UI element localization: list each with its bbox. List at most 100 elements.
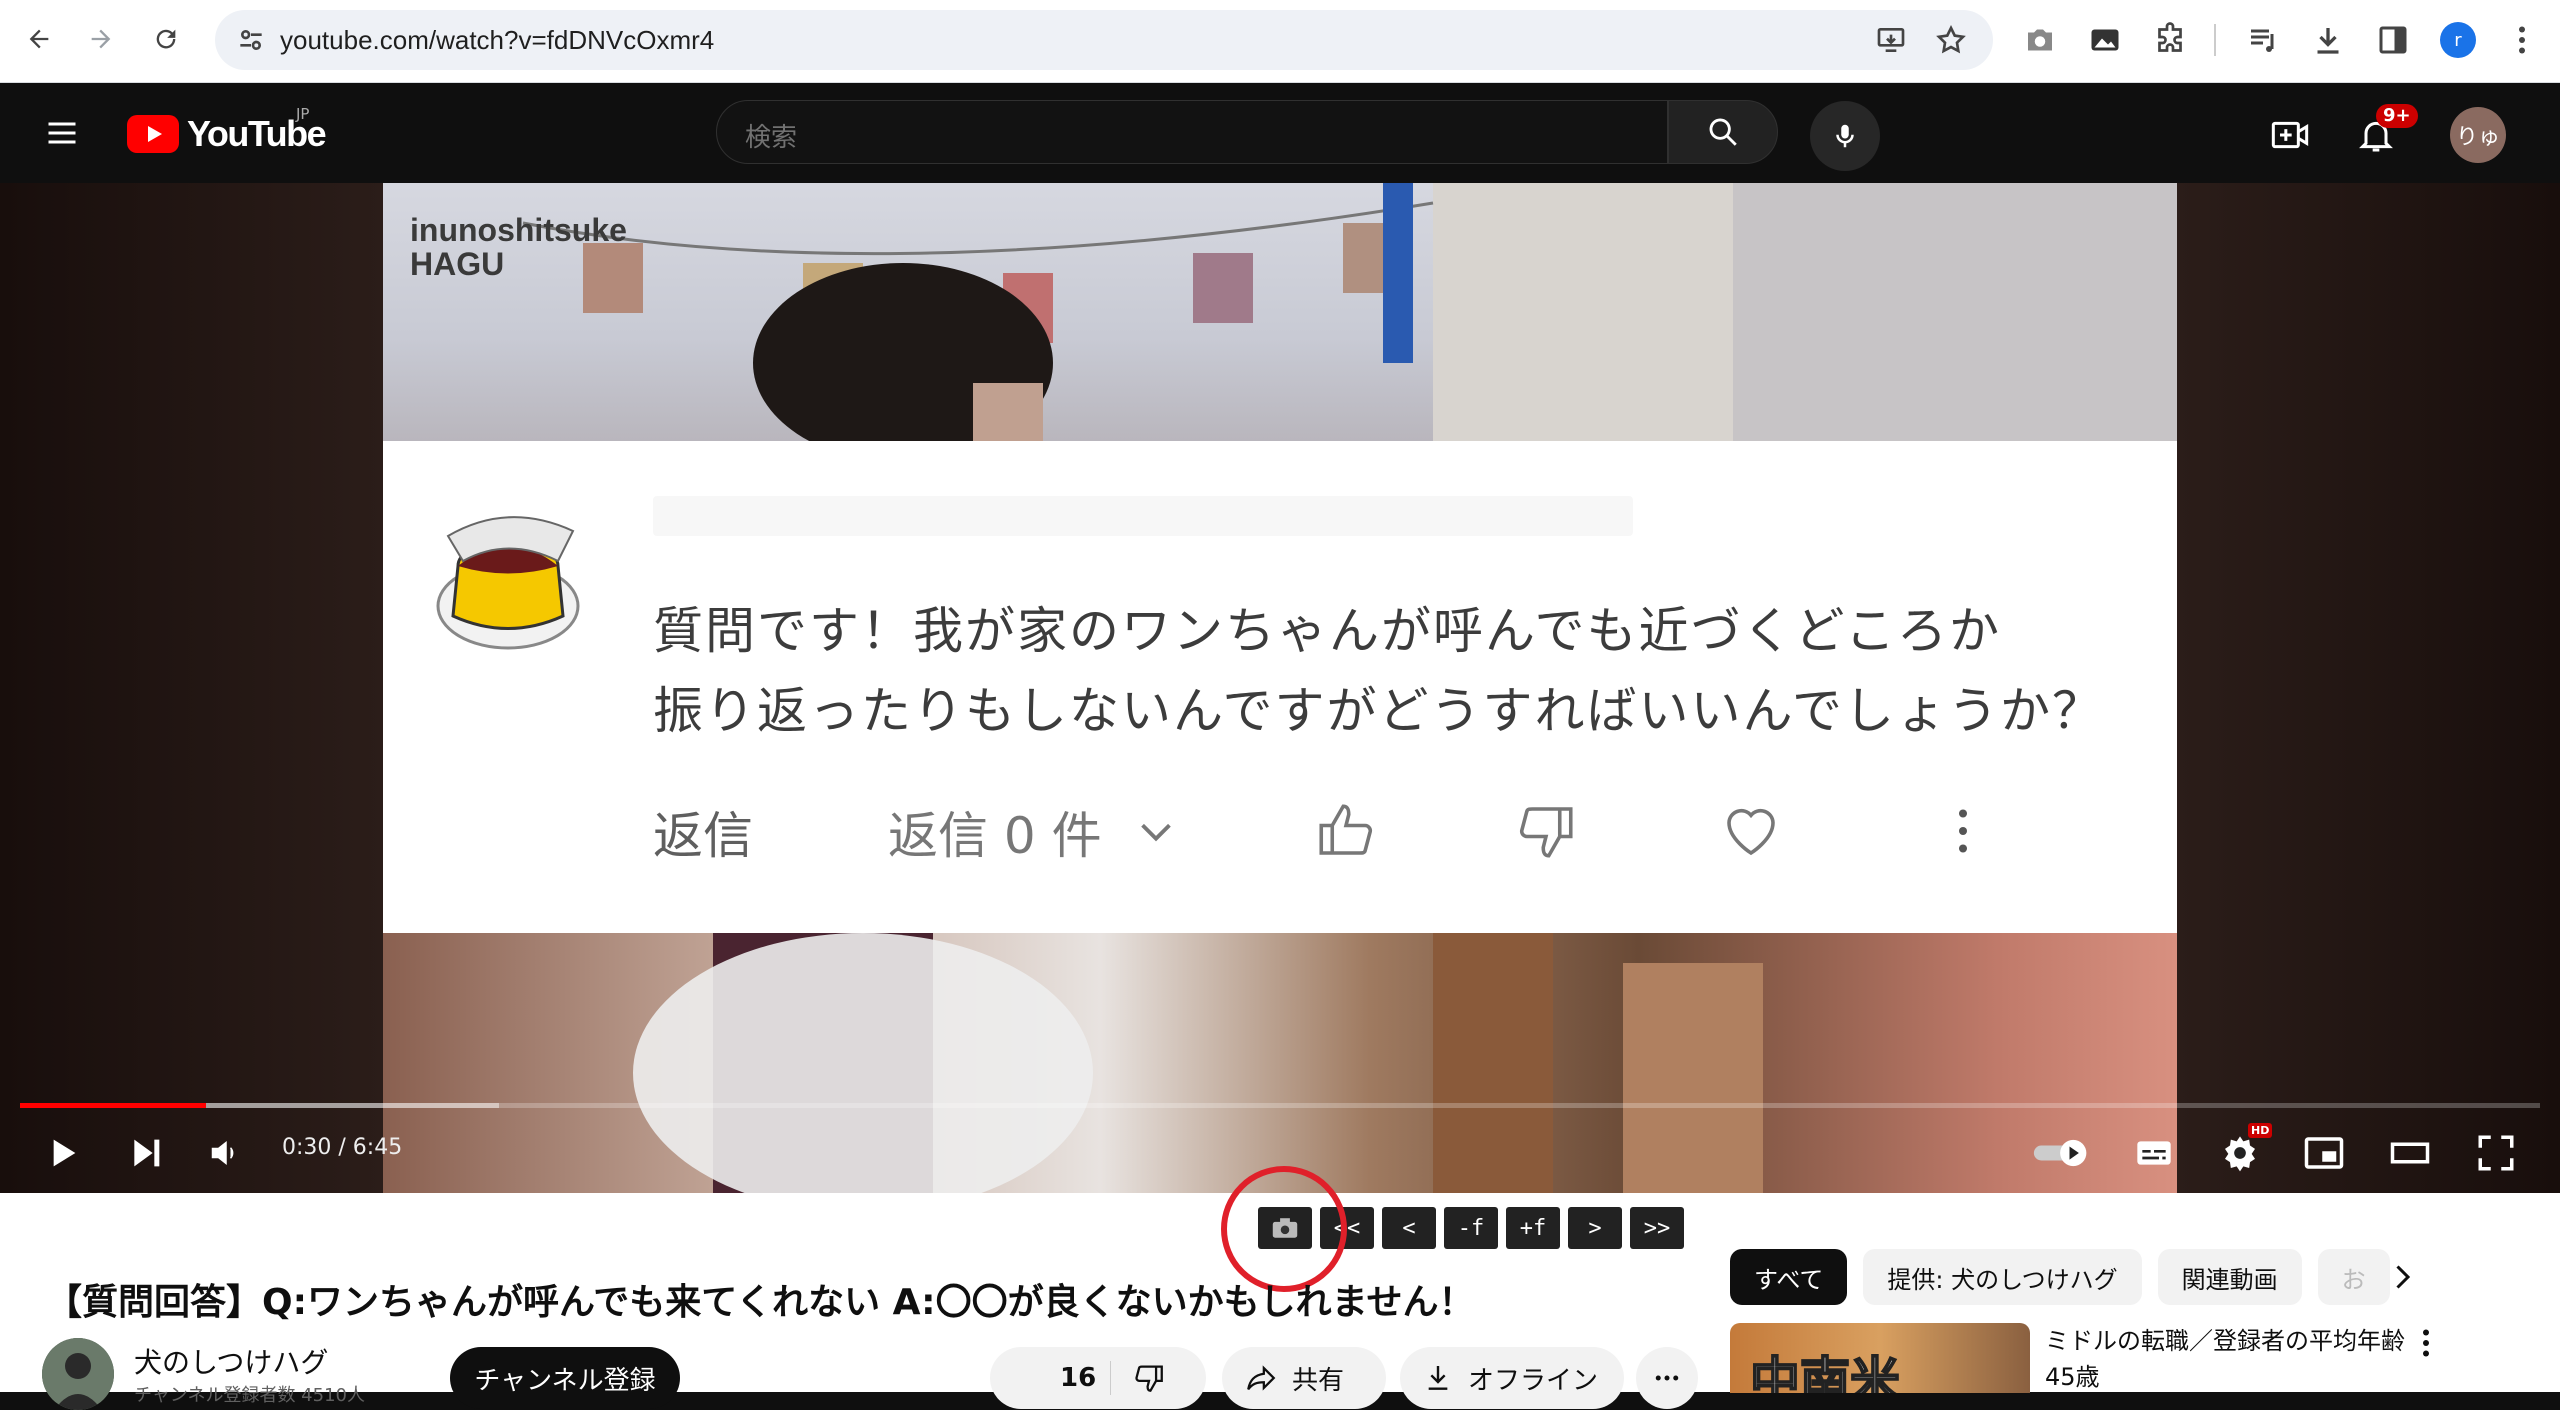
progress-bar[interactable] [20, 1103, 2540, 1108]
chip-all[interactable]: すべて [1730, 1249, 1848, 1305]
frame-plus-button[interactable]: +f [1506, 1207, 1560, 1249]
comment-line-2: 振り返ったりもしないんですがどうすればいいんでしょうか？ [653, 682, 2104, 740]
offline-label: オフライン [1468, 1365, 1599, 1396]
subtitles-button[interactable] [2124, 1123, 2184, 1183]
play-icon [53, 1139, 76, 1167]
recommended-thumbnail[interactable]: 中南米 [1730, 1323, 2030, 1393]
video-scene-bottom [383, 933, 2177, 1193]
thumbs-up-icon [1319, 804, 1373, 855]
hd-badge: HD [2248, 1123, 2273, 1138]
search-input[interactable]: 検索 [716, 100, 1668, 164]
create-video-icon[interactable] [2270, 115, 2310, 155]
play-button[interactable] [32, 1123, 92, 1183]
chip-more[interactable]: お [2317, 1249, 2390, 1305]
chip-related[interactable]: 関連動画 [2157, 1249, 2302, 1305]
chevron-right-icon[interactable] [2384, 1259, 2420, 1295]
video-watermark: inunoshitsuke HAGU [410, 213, 627, 281]
thumbs-down-icon [1519, 807, 1573, 858]
reply-count-label: 返信 0 件 [888, 807, 1102, 865]
video-scene-top: inunoshitsuke HAGU [383, 183, 2177, 441]
video-title: 【質問回答】Q:ワンちゃんが呼んでも来てくれない A:〇〇が良くないかもしれませ… [46, 1282, 1475, 1323]
more-actions-button[interactable] [1636, 1347, 1698, 1409]
miniplayer-button[interactable] [2294, 1123, 2354, 1183]
settings-button[interactable]: HD [2210, 1123, 2273, 1183]
like-dislike-pill: 16 [990, 1347, 1206, 1409]
frame-minus-button[interactable]: -f [1444, 1207, 1498, 1249]
bookmark-star-icon[interactable] [1935, 24, 1967, 56]
next-button[interactable] [116, 1123, 176, 1183]
account-avatar[interactable]: りゅ [2450, 107, 2506, 163]
recommended-more-icon[interactable] [2408, 1325, 2444, 1361]
scene-top-illustration [522, 183, 2177, 441]
volume-icon [211, 1140, 234, 1166]
ambient-right [2177, 183, 2560, 1193]
offline-download-button[interactable]: オフライン [1400, 1347, 1624, 1409]
more-horizontal-icon [1655, 1375, 1679, 1381]
camera-icon[interactable] [2022, 22, 2058, 58]
subscriber-count: チャンネル登録者数 4510人 [134, 1385, 365, 1406]
autoplay-toggle-icon [2033, 1139, 2087, 1167]
ambient-left [0, 183, 383, 1193]
back-button[interactable] [18, 18, 60, 60]
hamburger-menu-icon[interactable] [44, 115, 80, 151]
youtube-play-logo-icon [127, 115, 179, 153]
chevron-down-icon [1141, 823, 1171, 842]
toolbar-divider [2214, 24, 2216, 56]
watermark-line2: HAGU [410, 246, 505, 282]
share-label: 共有 [1292, 1365, 1345, 1396]
menu-kebab-icon[interactable] [2504, 22, 2540, 58]
address-bar[interactable]: youtube.com/watch?v=fdDNVcOxmr4 [215, 10, 1993, 70]
forward-button[interactable] [80, 18, 122, 60]
related-chips: すべて 提供: 犬のしつけハグ 関連動画 お [1730, 1249, 2390, 1305]
like-count[interactable]: 16 [1060, 1363, 1096, 1393]
miniplayer-icon [2304, 1137, 2344, 1169]
install-app-icon[interactable] [1875, 24, 1907, 56]
youtube-header: YouTube JP 検索 9+ りゅ [0, 83, 2560, 183]
autoplay-toggle[interactable] [2032, 1123, 2092, 1183]
extensions-puzzle-icon[interactable] [2152, 22, 2188, 58]
video-frame[interactable]: inunoshitsuke HAGU 質問です！我が家のワンちゃんが呼んでも近づ… [383, 183, 2177, 1193]
gear-icon [2225, 1136, 2255, 1172]
voice-search-button[interactable] [1810, 101, 1880, 171]
reply-label: 返信 [653, 807, 753, 865]
skip-next-icon [134, 1139, 160, 1167]
microphone-icon [1836, 124, 1854, 148]
below-player: << < -f +f > >> 【質問回答】Q:ワンちゃんが呼んでも来てくれない… [0, 1166, 2560, 1410]
share-button[interactable]: 共有 [1222, 1347, 1386, 1409]
recommended-title[interactable]: ミドルの転職／登録者の平均年齢45歳 [2045, 1323, 2425, 1395]
side-panel-icon[interactable] [2375, 22, 2411, 58]
site-settings-icon[interactable] [235, 24, 267, 56]
theater-mode-button[interactable] [2380, 1123, 2440, 1183]
image-extension-icon[interactable] [2087, 22, 2123, 58]
subscribe-button[interactable]: チャンネル登録 [450, 1347, 680, 1409]
media-controls-icon[interactable] [2245, 22, 2281, 58]
forward-arrow-icon [91, 29, 111, 49]
reload-button[interactable] [145, 18, 187, 60]
url-text[interactable]: youtube.com/watch?v=fdDNVcOxmr4 [280, 25, 714, 56]
pudding-avatar-icon [436, 516, 580, 650]
channel-avatar-image [42, 1338, 114, 1410]
dislike-icon[interactable] [1132, 1361, 1166, 1395]
fullscreen-icon [2478, 1135, 2514, 1171]
search-placeholder: 検索 [745, 123, 798, 153]
frame-skip-forward-button[interactable]: > [1568, 1207, 1622, 1249]
region-label: JP [296, 105, 310, 123]
search-button[interactable] [1668, 100, 1778, 164]
frame-skip-forward-far-button[interactable]: >> [1630, 1207, 1684, 1249]
pill-divider [1110, 1361, 1111, 1395]
download-icon[interactable] [2310, 22, 2346, 58]
subtitles-icon [2137, 1141, 2171, 1165]
video-player[interactable]: inunoshitsuke HAGU 質問です！我が家のワンちゃんが呼んでも近づ… [0, 183, 2560, 1193]
theater-mode-icon [2390, 1142, 2430, 1164]
fullscreen-button[interactable] [2466, 1123, 2526, 1183]
recommended-thumbnail-text: 中南米 [1749, 1351, 1901, 1393]
chip-channel[interactable]: 提供: 犬のしつけハグ [1863, 1249, 2142, 1305]
comment-text: 質問です！我が家のワンちゃんが呼んでも近づくどころか 振り返ったりもしないんです… [653, 591, 2104, 751]
mute-button[interactable] [196, 1123, 256, 1183]
back-arrow-icon [29, 29, 49, 49]
channel-avatar[interactable] [42, 1338, 114, 1410]
profile-avatar[interactable]: r [2440, 22, 2476, 58]
channel-name[interactable]: 犬のしつけハグ [134, 1341, 328, 1381]
download-icon [1428, 1366, 1448, 1390]
frame-skip-back-button[interactable]: < [1382, 1207, 1436, 1249]
